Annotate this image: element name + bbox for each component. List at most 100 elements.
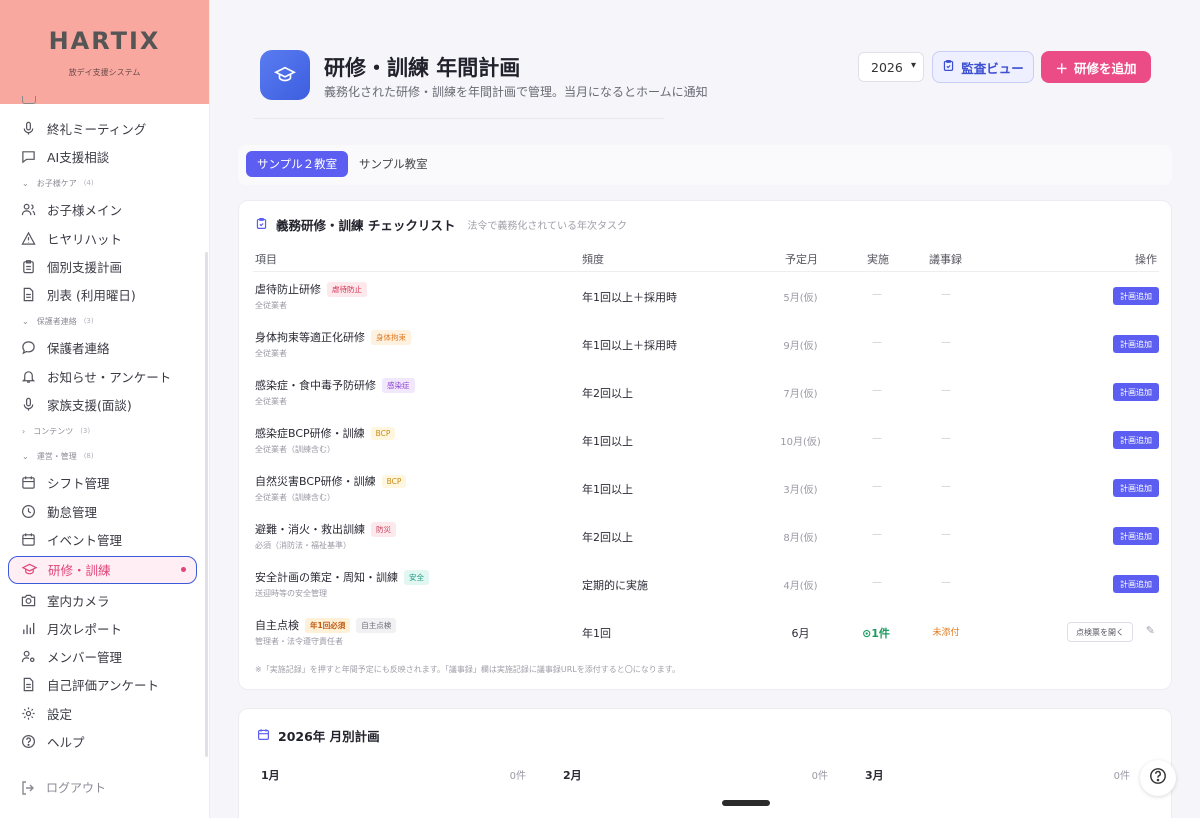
row-minutes[interactable]: — bbox=[926, 289, 966, 300]
monthly-title: 2026年 月別計画 bbox=[257, 726, 380, 745]
chat-bubble-icon bbox=[20, 340, 36, 356]
sidebar: HARTIX 放デイ支援システム 終礼ミーティング AI支援相談 ⌄ お子様ケア (4)… bbox=[0, 0, 210, 818]
sidebar-item[interactable]: 設定 bbox=[0, 699, 209, 727]
sidebar-item[interactable]: お知らせ・アンケート bbox=[0, 362, 209, 390]
clipboard-icon bbox=[20, 258, 36, 274]
header-month: 予定月 bbox=[785, 253, 818, 266]
sidebar-item[interactable]: 自己評価アンケート bbox=[0, 671, 209, 699]
row-implemented[interactable]: — bbox=[860, 529, 894, 540]
open-inspection-button[interactable]: 点検票を開く bbox=[1067, 622, 1133, 642]
table-row: 自然災害BCP研修・訓練 BCP 全従業者（訓練含む） 年1回以上 3月(仮) — — 計画追… bbox=[239, 465, 1173, 513]
sidebar-section-header[interactable]: ⌄ 保護者連絡 (3) bbox=[0, 309, 209, 334]
header-operation: 操作 bbox=[1135, 253, 1157, 266]
help-icon bbox=[20, 733, 36, 749]
row-minutes[interactable]: — bbox=[926, 337, 966, 348]
clock-icon bbox=[20, 503, 36, 519]
month-label: 1月 bbox=[261, 769, 280, 782]
row-name-text: 感染症・食中毒予防研修 bbox=[255, 379, 376, 392]
sidebar-item[interactable]: ヘルプ bbox=[0, 727, 209, 755]
checklist-title: 義務研修・訓練 チェックリスト 法令で義務化されている年次タスク bbox=[255, 215, 627, 234]
row-minutes[interactable]: — bbox=[926, 385, 966, 396]
sidebar-section-header[interactable]: ⌄ お子様ケア (4) bbox=[0, 171, 209, 196]
sidebar-item-label: 自己評価アンケート bbox=[47, 678, 160, 694]
sidebar-item[interactable]: 個別支援計画 bbox=[0, 252, 209, 280]
add-plan-button[interactable]: 計画追加 bbox=[1113, 479, 1159, 497]
row-implemented[interactable]: — bbox=[860, 289, 894, 300]
header-divider bbox=[253, 271, 1159, 272]
sidebar-section-header[interactable]: ⌄ 運営・管理 (8) bbox=[0, 444, 209, 469]
chevron-down-icon: ▾ bbox=[910, 60, 916, 71]
year-select[interactable]: 2026 ▾ bbox=[858, 52, 924, 82]
category-badge: 身体拘束 bbox=[371, 329, 411, 345]
chevron-down-icon: ⌄ bbox=[22, 178, 29, 188]
logo[interactable]: HARTIX 放デイ支援システム bbox=[0, 0, 209, 104]
row-implemented[interactable]: — bbox=[860, 337, 894, 348]
row-minutes[interactable]: — bbox=[926, 433, 966, 444]
add-plan-button[interactable]: 計画追加 bbox=[1113, 383, 1159, 401]
row-implemented[interactable]: — bbox=[860, 481, 894, 492]
sidebar-item[interactable]: AI支援相談 bbox=[0, 142, 209, 170]
sidebar-scrollbar[interactable] bbox=[205, 252, 208, 757]
tab-classroom-2[interactable]: サンプル教室 bbox=[348, 151, 439, 177]
row-implemented[interactable]: — bbox=[860, 577, 894, 588]
check-circle-icon: ⊙ bbox=[862, 627, 872, 640]
audit-view-button[interactable]: 監査ビュー bbox=[932, 51, 1034, 83]
row-desc: 送迎時等の安全管理 bbox=[255, 589, 327, 598]
row-implemented[interactable]: — bbox=[860, 385, 894, 396]
category-badge: 安全 bbox=[404, 569, 429, 585]
sidebar-item[interactable]: ヒヤリハット bbox=[0, 224, 209, 252]
sidebar-item[interactable]: シフト管理 bbox=[0, 469, 209, 497]
add-plan-button[interactable]: 計画追加 bbox=[1113, 575, 1159, 593]
plus-icon: ＋ bbox=[1055, 60, 1068, 76]
row-implemented[interactable]: ⊙1件 bbox=[851, 625, 901, 641]
page-subtitle: 義務化された研修・訓練を年間計画で管理。当月になるとホームに通知 bbox=[324, 85, 708, 99]
sidebar-section-header[interactable]: › コンテンツ (3) bbox=[0, 419, 209, 444]
sidebar-item[interactable]: 別表 (利用曜日) bbox=[0, 280, 209, 308]
category-badge: 自主点検 bbox=[356, 617, 397, 633]
row-implemented[interactable]: — bbox=[860, 433, 894, 444]
camera-icon bbox=[20, 592, 36, 608]
section-count: (3) bbox=[83, 317, 94, 326]
row-minutes[interactable]: — bbox=[926, 481, 966, 492]
sidebar-item[interactable]: メンバー管理 bbox=[0, 642, 209, 670]
row-desc: 管理者・法令遵守責任者 bbox=[255, 637, 343, 646]
sidebar-nav: 終礼ミーティング AI支援相談 ⌄ お子様ケア (4) お子様メイン ヒヤリハット 個別支援計… bbox=[0, 104, 209, 756]
sidebar-item[interactable]: イベント管理 bbox=[0, 525, 209, 553]
active-dot bbox=[181, 567, 186, 573]
classroom-tabs: サンプル２教室 サンプル教室 bbox=[238, 145, 1172, 185]
warning-icon bbox=[20, 230, 36, 246]
row-desc: 全従業者 bbox=[255, 397, 287, 406]
help-fab[interactable] bbox=[1140, 760, 1176, 796]
row-month: 4月(仮) bbox=[783, 581, 818, 592]
sidebar-item[interactable]: 月次レポート bbox=[0, 614, 209, 642]
sidebar-item-active[interactable]: 研修・訓練 bbox=[8, 555, 197, 584]
tab-classroom-1[interactable]: サンプル２教室 bbox=[246, 151, 349, 177]
sidebar-item-label: 保護者連絡 bbox=[47, 341, 110, 357]
logout-button[interactable]: ログアウト bbox=[20, 779, 106, 796]
row-minutes[interactable]: — bbox=[926, 529, 966, 540]
home-indicator bbox=[722, 800, 770, 806]
row-desc: 全従業者 bbox=[255, 349, 287, 358]
section-count: (4) bbox=[83, 179, 94, 188]
sidebar-item[interactable]: 室内カメラ bbox=[0, 586, 209, 614]
row-desc: 必須（消防法・福祉基準） bbox=[255, 541, 351, 550]
sidebar-item[interactable]: 家族支援(面談) bbox=[0, 390, 209, 418]
add-training-button[interactable]: ＋ 研修を追加 bbox=[1041, 51, 1151, 83]
sidebar-item-label: シフト管理 bbox=[47, 476, 110, 492]
sidebar-item-label: 別表 (利用曜日) bbox=[47, 288, 136, 304]
add-plan-button[interactable]: 計画追加 bbox=[1113, 287, 1159, 305]
row-desc: 全従業者（訓練含む） bbox=[255, 445, 335, 454]
sidebar-item[interactable]: 勤怠管理 bbox=[0, 497, 209, 525]
sidebar-item[interactable]: 終礼ミーティング bbox=[0, 114, 209, 142]
row-month: 10月(仮) bbox=[780, 437, 821, 448]
checklist-card: 義務研修・訓練 チェックリスト 法令で義務化されている年次タスク 項目 頻度 予… bbox=[238, 200, 1172, 690]
sidebar-item[interactable]: お子様メイン bbox=[0, 196, 209, 224]
sidebar-item[interactable]: 保護者連絡 bbox=[0, 334, 209, 362]
add-plan-button[interactable]: 計画追加 bbox=[1113, 335, 1159, 353]
row-name: 避難・消火・救出訓練 防災 bbox=[255, 521, 396, 537]
add-plan-button[interactable]: 計画追加 bbox=[1113, 527, 1159, 545]
brand-subtitle: 放デイ支援システム bbox=[68, 67, 141, 77]
add-plan-button[interactable]: 計画追加 bbox=[1113, 431, 1159, 449]
pencil-icon[interactable]: ✎ bbox=[1146, 624, 1155, 637]
row-minutes[interactable]: — bbox=[926, 577, 966, 588]
